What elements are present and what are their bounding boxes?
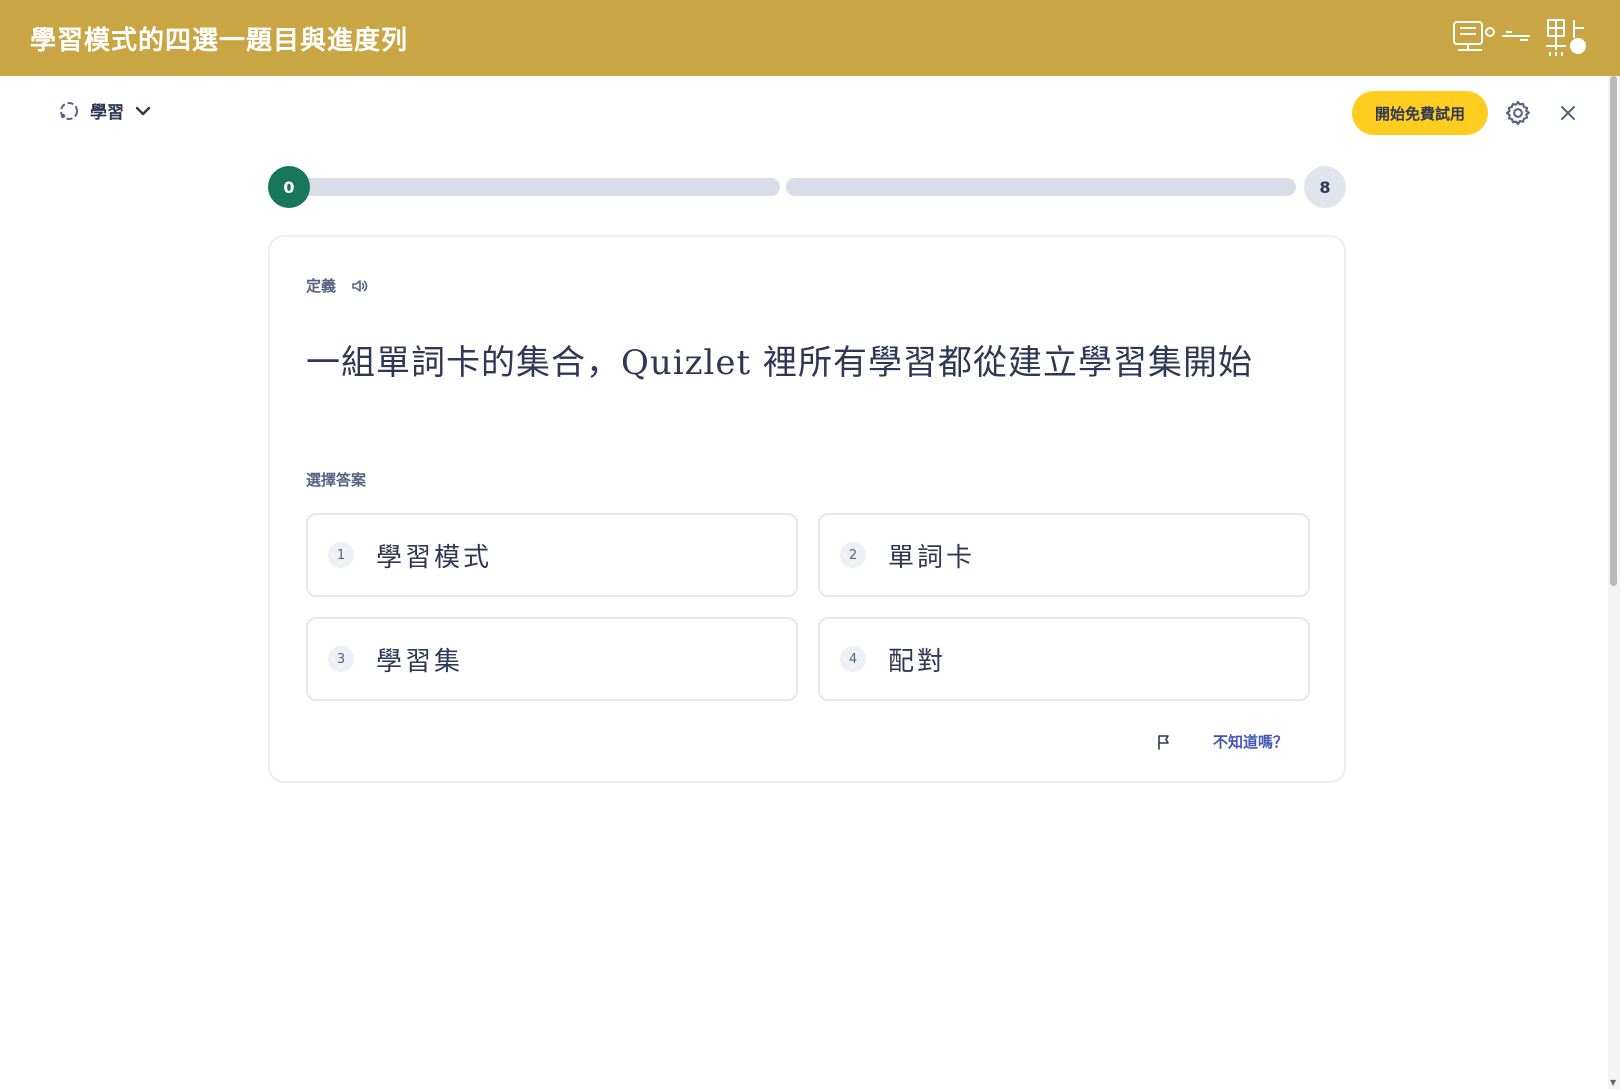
flag-icon[interactable] — [1155, 733, 1173, 751]
option-number: 4 — [840, 646, 866, 672]
progress-bar: 0 8 — [268, 166, 1346, 208]
question-card: 定義 一組單詞卡的集合，Quizlet 裡所有學習都從建立學習集開始 選擇答案 … — [268, 235, 1346, 783]
chevron-down-icon — [135, 106, 151, 115]
option-number: 2 — [840, 542, 866, 568]
scroll-down-arrow-icon[interactable]: ▼ — [1610, 1078, 1616, 1087]
dont-know-link[interactable]: 不知道嗎？ — [1213, 731, 1288, 752]
learn-logo-icon — [1453, 19, 1586, 56]
scrollbar-thumb[interactable] — [1610, 76, 1617, 586]
speaker-icon[interactable] — [350, 277, 368, 295]
mode-label: 學習 — [90, 103, 124, 123]
term-side-label: 定義 — [306, 275, 368, 296]
option-text: 單詞卡 — [888, 542, 976, 573]
option-text: 學習模式 — [376, 542, 493, 573]
top-banner: 學習模式的四選一題目與進度列 — [0, 0, 1620, 76]
question-text: 一組單詞卡的集合，Quizlet 裡所有學習都從建立學習集開始 — [306, 343, 1254, 383]
close-icon[interactable] — [1557, 102, 1579, 124]
progress-total-count: 8 — [1304, 166, 1346, 208]
progress-track-second — [786, 178, 1296, 196]
mode-switcher[interactable]: 學習 — [58, 98, 152, 123]
option-text: 配對 — [888, 646, 947, 677]
option-number: 3 — [328, 646, 354, 672]
answer-option-2[interactable]: 2 單詞卡 — [818, 513, 1310, 597]
scrollbar[interactable]: ▼ — [1608, 76, 1620, 1089]
answer-option-4[interactable]: 4 配對 — [818, 617, 1310, 701]
banner-title: 學習模式的四選一題目與進度列 — [30, 25, 409, 56]
answer-option-3[interactable]: 3 學習集 — [306, 617, 798, 701]
answer-option-1[interactable]: 1 學習模式 — [306, 513, 798, 597]
choose-answer-label: 選擇答案 — [306, 471, 367, 489]
progress-current-count: 0 — [268, 166, 310, 208]
card-footer: 不知道嗎？ — [1155, 731, 1288, 752]
option-number: 1 — [328, 542, 354, 568]
answer-options: 1 學習模式 2 單詞卡 3 學習集 4 配對 — [306, 513, 1316, 701]
learn-mode-icon — [60, 101, 78, 120]
gear-icon[interactable] — [1504, 99, 1532, 127]
definition-label: 定義 — [306, 277, 337, 295]
start-free-trial-button[interactable]: 開始免費試用 — [1352, 91, 1488, 135]
option-text: 學習集 — [376, 646, 464, 677]
progress-track-first — [298, 178, 780, 196]
